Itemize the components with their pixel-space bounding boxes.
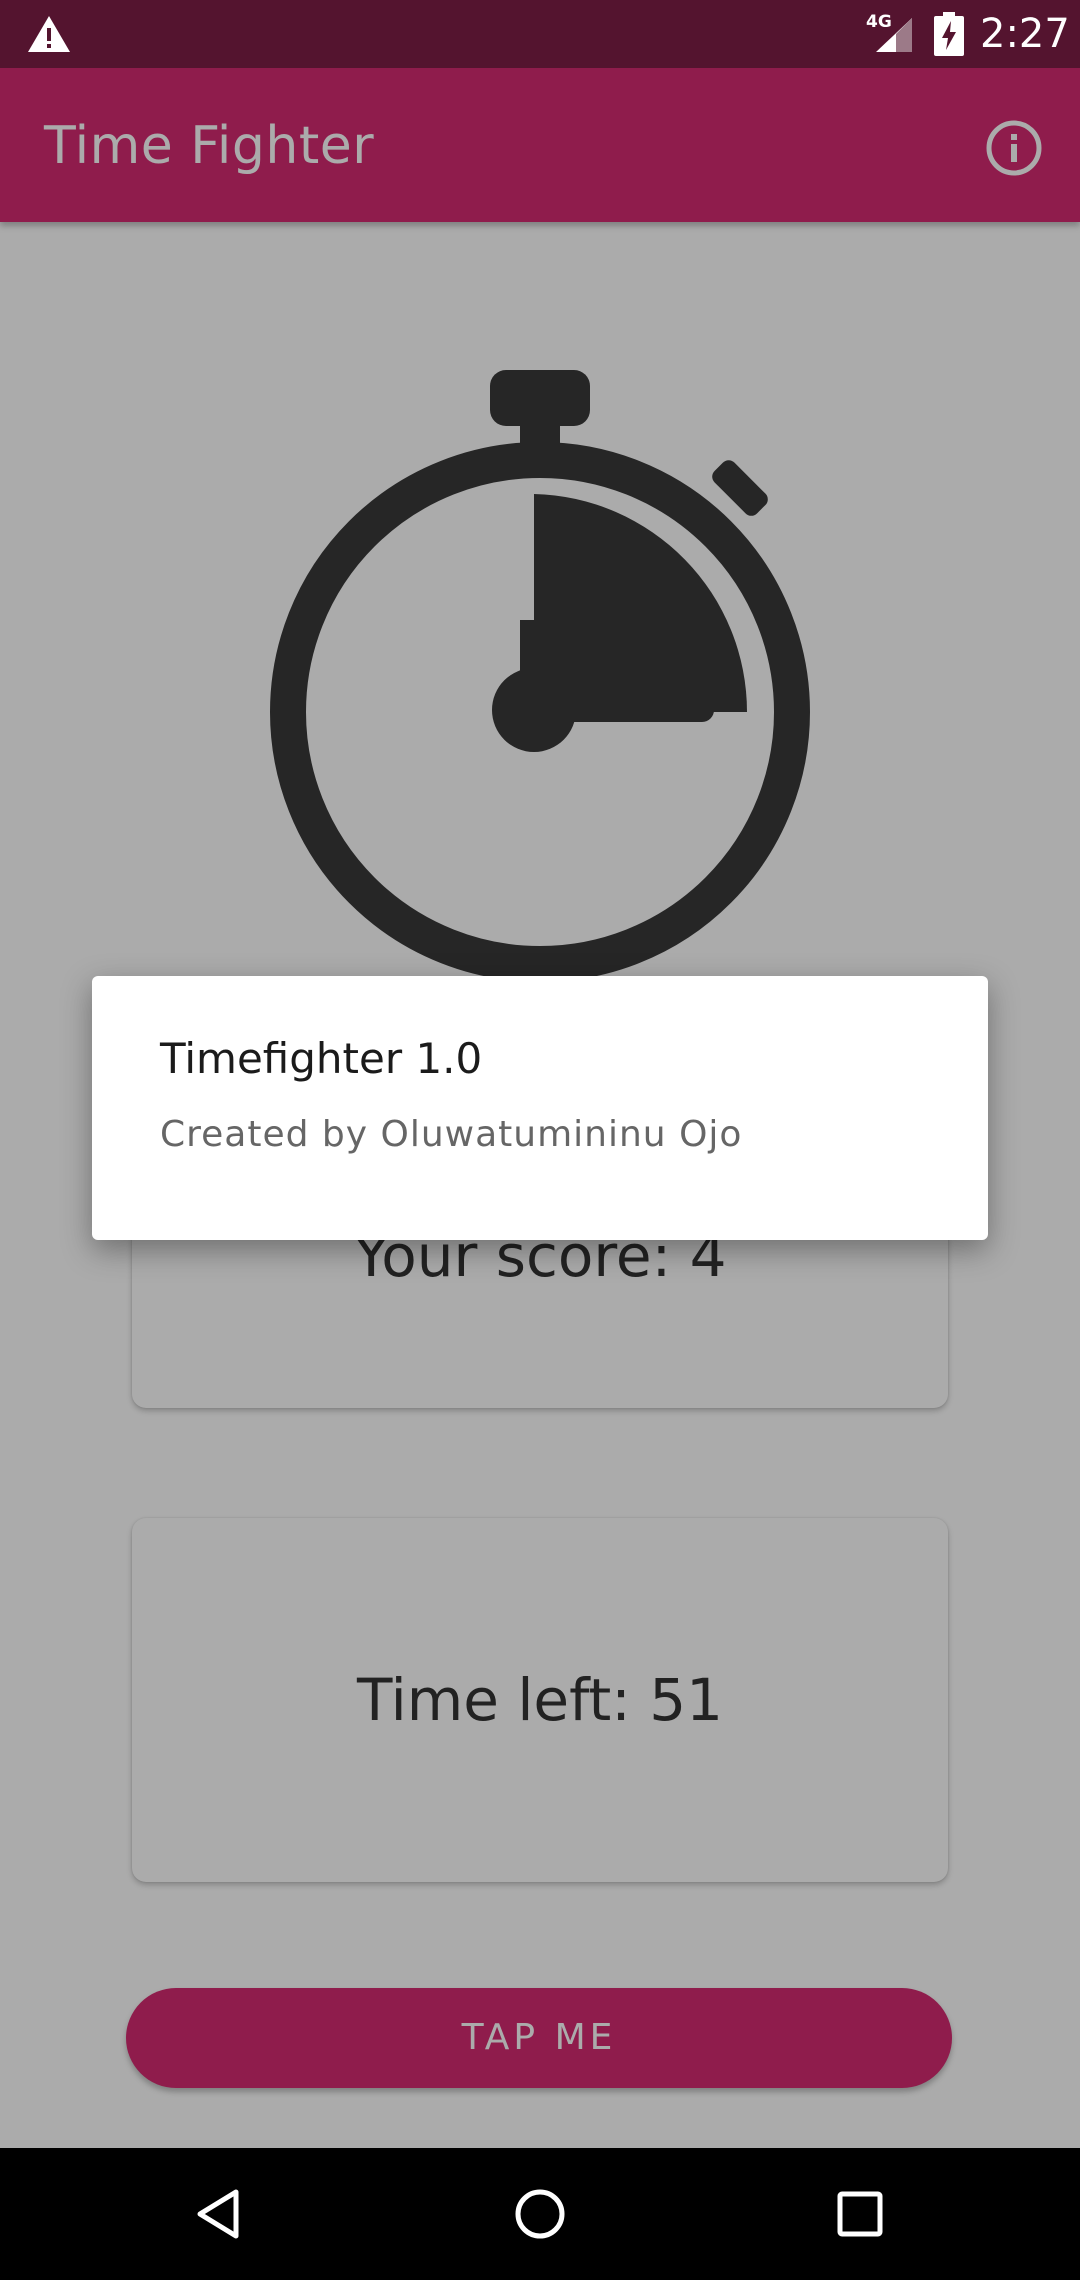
dialog-title: Timefighter 1.0 <box>160 1034 483 1083</box>
back-icon[interactable] <box>190 2184 250 2244</box>
recents-icon[interactable] <box>830 2184 890 2244</box>
status-bar: 4G 2:27 <box>0 0 1080 68</box>
navigation-bar <box>0 2148 1080 2280</box>
warning-icon <box>28 16 70 52</box>
about-dialog: Timefighter 1.0 Created by Oluwatumininu… <box>92 976 988 1240</box>
screen: Your score: 4 Time left: 51 TAP ME Time … <box>0 0 1080 2280</box>
home-icon[interactable] <box>510 2184 570 2244</box>
dialog-message: Created by Oluwatumininu Ojo <box>160 1114 743 1155</box>
cell-signal-icon <box>876 18 912 52</box>
status-clock: 2:27 <box>980 11 1070 57</box>
battery-charging-icon <box>934 12 964 56</box>
